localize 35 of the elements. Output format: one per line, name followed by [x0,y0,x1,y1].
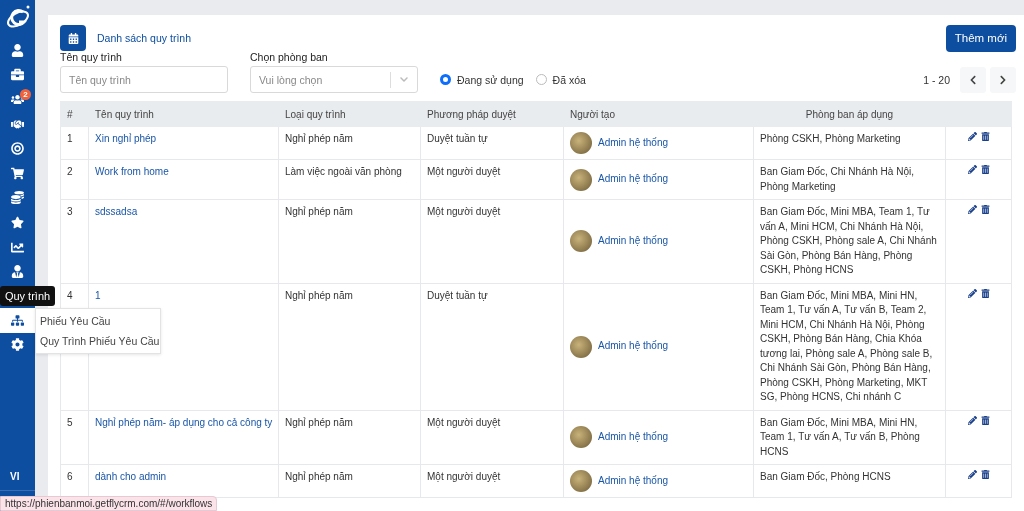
table-cell: 2 [60,159,89,200]
table-cell: Ban Giam Đốc, Mini MBA, Team 1, Tư vấn A, Mini HCM, Chi Nhánh Hà Nội, Phòng CSKH, Phòng sale A, Chi Nhánh Sài Gòn, Phòng Bán Hàng, Phòng CSKH, Phòng HCNS [753,199,946,283]
notification-badge: 2 [20,89,31,101]
tooltip: Quy trình [0,285,55,306]
column-header: Phương pháp duyệt [420,101,564,127]
table-cell: 5 [60,410,89,465]
page-range: 1 - 20 [923,73,950,86]
field-label: Chọn phòng ban [250,51,329,63]
table-cell: Nghỉ phép năm [278,126,421,160]
column-header: Loại quy trình [278,101,421,127]
table-cell: Ban Giam Đốc, Phòng HCNS [753,464,946,498]
table-cell: Một người duyệt [420,410,564,465]
table-cell: Một người duyệt [420,199,564,283]
status-url: https://phienbanmoi.getflycrm.com/#/workflows [0,496,218,511]
table-cell: Nghỉ phép năm [278,199,421,283]
column-header: Người tạo [563,101,754,127]
table-cell: Phòng CSKH, Phòng Marketing [753,126,946,160]
page-title: Danh sách quy trình [97,32,191,44]
table-cell: Ban Giam Đốc, Mini MBA, Mini HN, Team 1, Tư vấn A, Tư vấn B, Team 2, Mini HCM, Chi Nhánh Hà Nội, Phòng CSKH, Phòng Bán Hàng, Chia Khóa tương lai, Phòng sale A, Phòng sale B, Chi Nhánh Sài Gòn, Phòng Bán Hàng, Phòng CSKH, Phòng Marketing, MKT SG, Phòng HCNS, Chi nhánh C [753,283,946,410]
table-cell: Ban Giam Đốc, Mini MBA, Mini HN, Team 1, Tư vấn A, Tư vấn B, Phòng HCNS [753,410,946,465]
table-cell: Một người duyệt [420,159,564,200]
field-label: Tên quy trình [60,51,123,63]
column-header: # [60,101,89,127]
table-cell: Nghỉ phép năm [278,464,421,498]
table-cell: Duyệt tuần tự [420,126,564,160]
table-cell: Làm việc ngoài văn phòng [278,159,421,200]
table-cell: Duyệt tuần tự [420,283,564,410]
table-cell: Nghỉ phép năm [278,283,421,410]
table-cell: Ban Giam Đốc, Chi Nhánh Hà Nội, Phòng Marketing [753,159,946,200]
column-header: Phòng ban áp dụng [753,101,946,127]
table-cell: Một người duyệt [420,464,564,498]
column-header: Tên quy trình [88,101,279,127]
table-cell: Nghỉ phép năm [278,410,421,465]
table-cell: 1 [60,126,89,160]
table-cell: 3 [60,199,89,283]
